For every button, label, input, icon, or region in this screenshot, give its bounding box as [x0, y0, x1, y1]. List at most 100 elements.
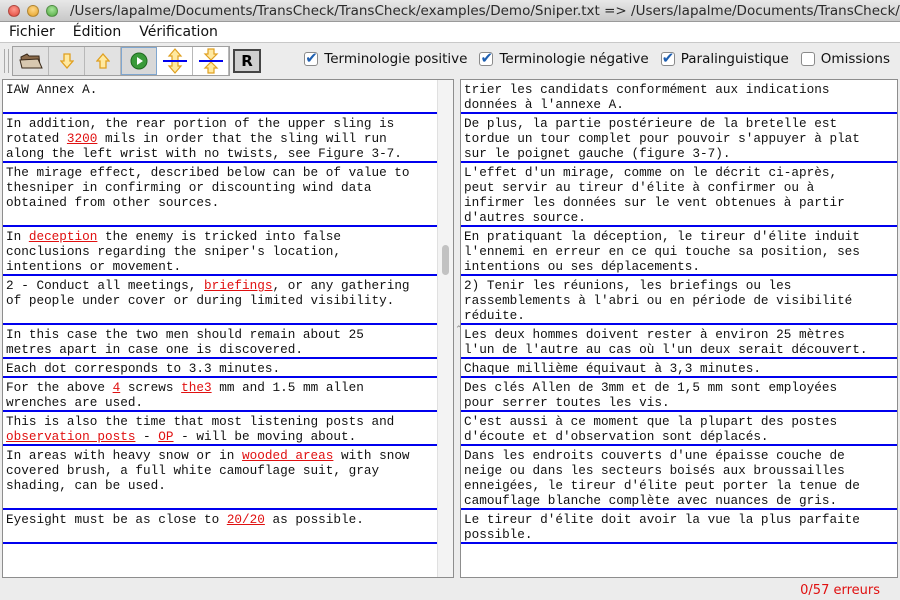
segment-text [6, 308, 14, 323]
flagged-term[interactable]: 20/20 [227, 512, 265, 527]
flagged-term[interactable]: observation posts [6, 429, 135, 444]
segment-text: Les deux hommes doivent rester à environ… [464, 327, 845, 342]
segment-line: infirmer les données sur le vent obtenue… [464, 195, 895, 210]
source-segment[interactable]: 2 - Conduct all meetings, briefings, or … [3, 276, 439, 325]
segment-line: enneigées, le tireur d'élite peut porter… [464, 478, 895, 493]
segment-line: Le tireur d'élite doit avoir la vue la p… [464, 512, 895, 527]
target-text-pane[interactable]: trier les candidats conformément aux ind… [460, 79, 898, 578]
segment-line [6, 97, 437, 112]
source-segment[interactable]: The mirage effect, described below can b… [3, 163, 439, 227]
segment-line: d'autres source. [464, 210, 895, 225]
target-segment[interactable]: C'est aussi à ce moment que la plupart d… [461, 412, 897, 446]
menu-edition[interactable]: Édition [73, 24, 121, 40]
segment-line: Des clés Allen de 3mm et de 1,5 mm sont … [464, 380, 895, 395]
segment-line: 2 - Conduct all meetings, briefings, or … [6, 278, 437, 293]
source-segment[interactable]: In this case the two men should remain a… [3, 325, 439, 359]
r-button[interactable]: R [233, 48, 261, 73]
segment-text: - [135, 429, 159, 444]
segment-text: 2 - Conduct all meetings, [6, 278, 204, 293]
segment-text: In addition, the rear portion of the upp… [6, 116, 395, 131]
segment-text: , or any gathering [272, 278, 410, 293]
checkbox-label: Terminologie positive [324, 51, 468, 67]
zoom-window-button[interactable] [46, 4, 58, 17]
target-segment[interactable]: 2) Tenir les réunions, les briefings ou … [461, 276, 897, 325]
next-error-button[interactable] [49, 46, 85, 75]
segment-text: IAW Annex A. [6, 82, 98, 97]
target-segment[interactable]: Le tireur d'élite doit avoir la vue la p… [461, 510, 897, 544]
close-window-button[interactable] [8, 4, 20, 17]
target-segment[interactable]: Les deux hommes doivent rester à environ… [461, 325, 897, 359]
checkbox-box[interactable] [660, 49, 675, 67]
source-segment[interactable]: This is also the time that most listenin… [3, 412, 439, 446]
segment-line: Eyesight must be as close to 20/20 as po… [6, 512, 437, 527]
source-text-pane[interactable]: IAW Annex A. In addition, the rear porti… [2, 79, 454, 578]
toolbar-grip[interactable] [4, 48, 9, 73]
segment-text: the enemy is tricked into false [97, 229, 342, 244]
checkbox-paralinguistique[interactable]: Paralinguistique [660, 49, 789, 67]
flagged-term[interactable]: briefings [204, 278, 273, 293]
target-segment[interactable]: Des clés Allen de 3mm et de 1,5 mm sont … [461, 378, 897, 412]
toolbar: R Terminologie positive Terminologie nég… [0, 43, 900, 78]
menu-fichier[interactable]: Fichier [9, 24, 55, 40]
target-segment[interactable]: L'effet d'un mirage, comme on le décrit … [461, 163, 897, 227]
segment-line: De plus, la partie postérieure de la bre… [464, 116, 895, 131]
previous-error-button[interactable] [85, 46, 121, 75]
expand-icon [162, 47, 187, 74]
minimize-window-button[interactable] [27, 4, 39, 17]
target-segment[interactable]: De plus, la partie postérieure de la bre… [461, 114, 897, 163]
source-segment[interactable]: For the above 4 screws the3 mm and 1.5 m… [3, 378, 439, 412]
flagged-term[interactable]: wooded areas [242, 448, 333, 463]
window-controls [8, 4, 58, 17]
source-segment[interactable]: In deception the enemy is tricked into f… [3, 227, 439, 276]
source-segment[interactable]: In areas with heavy snow or in wooded ar… [3, 446, 439, 510]
checkbox-label: Paralinguistique [680, 51, 789, 67]
flagged-term[interactable]: 3200 [67, 131, 97, 146]
menu-bar: Fichier Édition Vérification [0, 22, 900, 43]
target-segment[interactable]: Chaque millième équivaut à 3,3 minutes. [461, 359, 897, 378]
segment-text: In areas with heavy snow or in [6, 448, 243, 463]
source-segment[interactable]: Eyesight must be as close to 20/20 as po… [3, 510, 439, 544]
open-folder-button[interactable] [13, 46, 49, 75]
segment-line: d'écoute et d'observation sont déplacés. [464, 429, 895, 444]
segment-text: Each dot corresponds to 3.3 minutes. [6, 361, 281, 376]
segment-line: covered brush, a full white camouflage s… [6, 463, 437, 478]
flagged-term[interactable]: deception [29, 229, 98, 244]
segment-text: - will be moving about. [173, 429, 357, 444]
checkbox-box[interactable] [304, 49, 319, 67]
segment-line: Les deux hommes doivent rester à environ… [464, 327, 895, 342]
source-segment[interactable]: Each dot corresponds to 3.3 minutes. [3, 359, 439, 378]
segment-line: rassemblements à l'abri ou en période de… [464, 293, 895, 308]
segment-text: along the left wrist with no twists, see… [6, 146, 402, 161]
segment-text: L'effet d'un mirage, comme on le décrit … [464, 165, 838, 180]
arrow-up-icon [95, 52, 110, 69]
flagged-term[interactable]: OP [158, 429, 173, 444]
checkbox-box[interactable] [479, 49, 494, 67]
segment-text: données à l'annexe A. [464, 97, 624, 112]
segment-line: This is also the time that most listenin… [6, 414, 437, 429]
checkbox-terminologie-negative[interactable]: Terminologie négative [479, 49, 649, 67]
target-segment[interactable]: En pratiquant la déception, le tireur d'… [461, 227, 897, 276]
segment-text [6, 97, 14, 112]
folder-icon [18, 52, 43, 69]
source-segment[interactable]: In addition, the rear portion of the upp… [3, 114, 439, 163]
segment-text: 2) Tenir les réunions, les briefings ou … [464, 278, 792, 293]
checkbox-box[interactable] [800, 52, 815, 66]
segment-text: thesniper in confirming or discounting w… [6, 180, 372, 195]
menu-verification[interactable]: Vérification [139, 24, 218, 40]
segment-text: tordue un tour complet pour pouvoir s'ap… [464, 131, 860, 146]
segment-text: d'écoute et d'observation sont déplacés. [464, 429, 769, 444]
target-segment[interactable]: Dans les endroits couverts d'une épaisse… [461, 446, 897, 510]
segment-line: conclusions regarding the sniper's locat… [6, 244, 437, 259]
collapse-rows-button[interactable] [193, 46, 229, 75]
expand-rows-button[interactable] [157, 46, 193, 75]
vertical-scrollbar[interactable] [437, 80, 453, 577]
source-segment[interactable]: IAW Annex A. [3, 80, 439, 114]
run-check-button[interactable] [121, 46, 157, 75]
segment-text: l'ennemi en erreur en ce qui touche sa p… [464, 244, 860, 259]
checkbox-terminologie-positive[interactable]: Terminologie positive [304, 49, 468, 67]
flagged-term[interactable]: the3 [181, 380, 211, 395]
target-segment[interactable]: trier les candidats conformément aux ind… [461, 80, 897, 114]
segment-line: intentions or movement. [6, 259, 437, 274]
checkbox-omissions[interactable]: Omissions [800, 51, 890, 67]
scrollbar-thumb[interactable] [442, 245, 449, 275]
